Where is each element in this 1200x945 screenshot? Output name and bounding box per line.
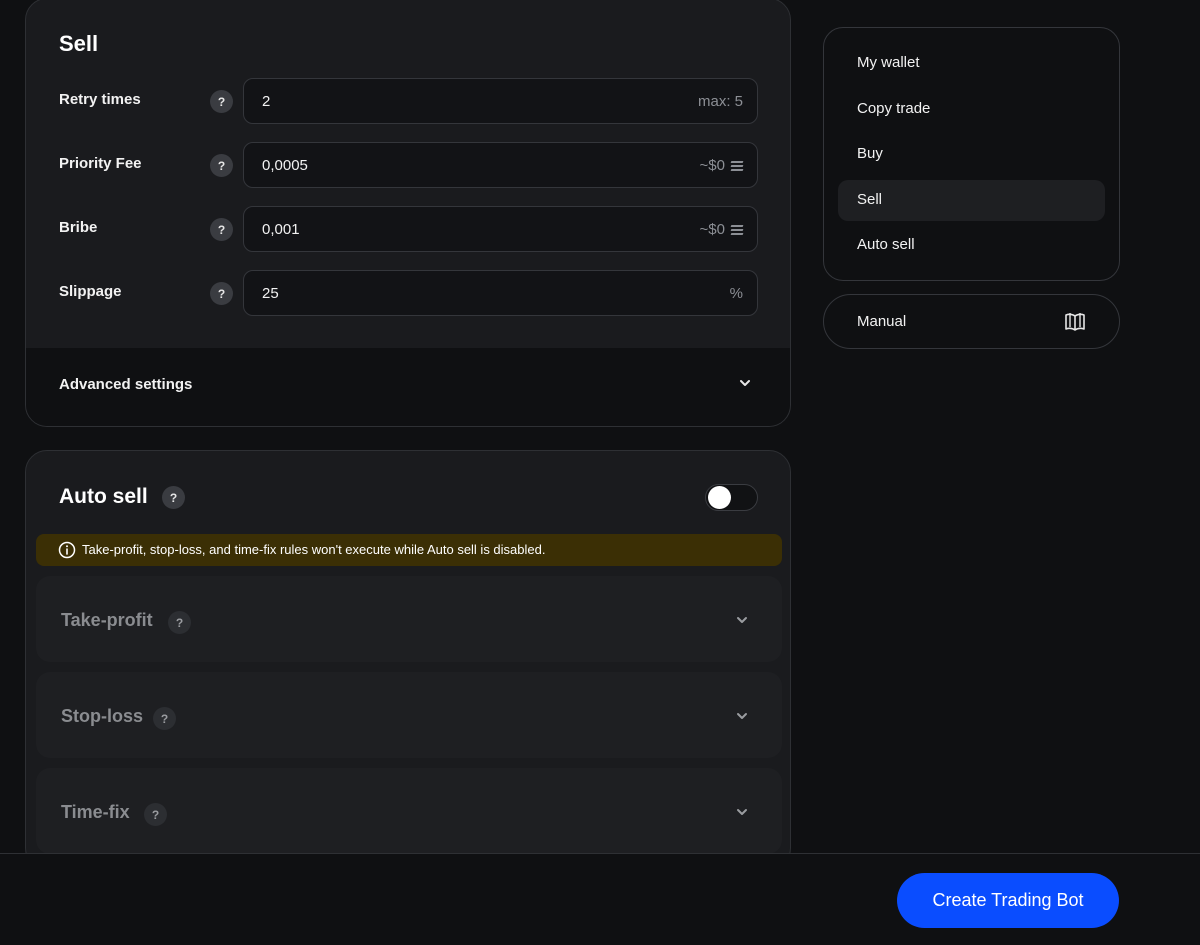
page: Sell Retry times ? 2 max: 5 Priority Fee…: [0, 0, 1200, 945]
manual-label: Manual: [857, 313, 907, 330]
nav-item-buy[interactable]: Buy: [838, 134, 1105, 175]
bribe-value: 0,001: [262, 221, 300, 238]
warning-text: Take-profit, stop-loss, and time-fix rul…: [82, 542, 546, 557]
settings-nav: My wallet Copy trade Buy Sell Auto sell: [823, 27, 1120, 281]
solana-icon: [730, 160, 744, 171]
chevron-down-icon: [740, 380, 750, 386]
nav-item-label: My wallet: [857, 54, 920, 71]
advanced-settings-label: Advanced settings: [59, 376, 193, 393]
sell-title: Sell: [59, 31, 99, 56]
auto-sell-toggle[interactable]: [705, 484, 758, 511]
slippage-suffix: %: [730, 285, 743, 302]
retry-times-help-icon[interactable]: ?: [210, 90, 233, 113]
slippage-input[interactable]: 25 %: [243, 270, 758, 316]
time-fix-section[interactable]: Time-fix ?: [36, 768, 782, 854]
priority-fee-value: 0,0005: [262, 157, 308, 174]
retry-times-max-text: max: 5: [697, 93, 743, 110]
stop-loss-label: Stop-loss: [61, 706, 144, 726]
retry-times-label: Retry times: [59, 91, 141, 108]
time-fix-label: Time-fix: [61, 802, 130, 822]
solana-icon: [730, 224, 744, 235]
auto-sell-title: Auto sell: [59, 485, 148, 508]
auto-sell-help-icon[interactable]: ?: [162, 486, 185, 509]
bribe-usd-text: ~$0: [699, 221, 725, 238]
retry-times-value: 2: [262, 93, 271, 110]
book-open-icon: [1065, 313, 1085, 331]
bribe-suffix: ~$0: [699, 221, 744, 238]
auto-sell-card: Auto sell ? Take-profit, stop-loss, and …: [25, 450, 791, 870]
priority-fee-suffix: ~$0: [699, 157, 744, 174]
bribe-label: Bribe: [59, 219, 98, 236]
toggle-knob: [708, 486, 731, 509]
slippage-percent-text: %: [729, 285, 743, 302]
nav-item-sell[interactable]: Sell: [838, 180, 1105, 221]
slippage-row: Slippage ? 25 %: [26, 270, 790, 316]
nav-item-label: Sell: [857, 191, 883, 208]
priority-fee-label: Priority Fee: [59, 155, 142, 172]
bribe-help-icon[interactable]: ?: [210, 218, 233, 241]
chevron-down-icon: [737, 809, 747, 815]
take-profit-section[interactable]: Take-profit ?: [36, 576, 782, 662]
stop-loss-section[interactable]: Stop-loss ?: [36, 672, 782, 758]
chevron-down-icon: [737, 713, 747, 719]
bribe-row: Bribe ? 0,001 ~$0: [26, 206, 790, 252]
nav-item-auto-sell[interactable]: Auto sell: [838, 225, 1105, 266]
advanced-settings-toggle[interactable]: Advanced settings: [26, 348, 790, 426]
priority-fee-help-icon[interactable]: ?: [210, 154, 233, 177]
nav-item-copy-trade[interactable]: Copy trade: [838, 89, 1105, 130]
time-fix-help-icon[interactable]: ?: [144, 803, 167, 826]
retry-times-row: Retry times ? 2 max: 5: [26, 78, 790, 124]
footer-bar: Create Trading Bot: [0, 853, 1200, 945]
nav-item-label: Copy trade: [857, 100, 931, 117]
stop-loss-help-icon[interactable]: ?: [153, 707, 176, 730]
auto-sell-disabled-warning: Take-profit, stop-loss, and time-fix rul…: [36, 534, 782, 566]
bribe-input[interactable]: 0,001 ~$0: [243, 206, 758, 252]
nav-item-label: Auto sell: [857, 236, 915, 253]
manual-link[interactable]: Manual: [823, 294, 1120, 349]
nav-item-my-wallet[interactable]: My wallet: [838, 43, 1105, 84]
nav-item-label: Buy: [857, 145, 883, 162]
priority-fee-input[interactable]: 0,0005 ~$0: [243, 142, 758, 188]
slippage-help-icon[interactable]: ?: [210, 282, 233, 305]
retry-times-input[interactable]: 2 max: 5: [243, 78, 758, 124]
priority-fee-row: Priority Fee ? 0,0005 ~$0: [26, 142, 790, 188]
sell-settings-card: Sell Retry times ? 2 max: 5 Priority Fee…: [25, 0, 791, 427]
take-profit-label: Take-profit: [61, 610, 153, 630]
retry-times-suffix: max: 5: [698, 93, 743, 110]
chevron-down-icon: [737, 617, 747, 623]
priority-fee-usd-text: ~$0: [699, 157, 725, 174]
info-icon: [58, 541, 76, 559]
create-trading-bot-button[interactable]: Create Trading Bot: [897, 873, 1119, 928]
slippage-label: Slippage: [59, 283, 122, 300]
slippage-value: 25: [262, 285, 279, 302]
take-profit-help-icon[interactable]: ?: [168, 611, 191, 634]
